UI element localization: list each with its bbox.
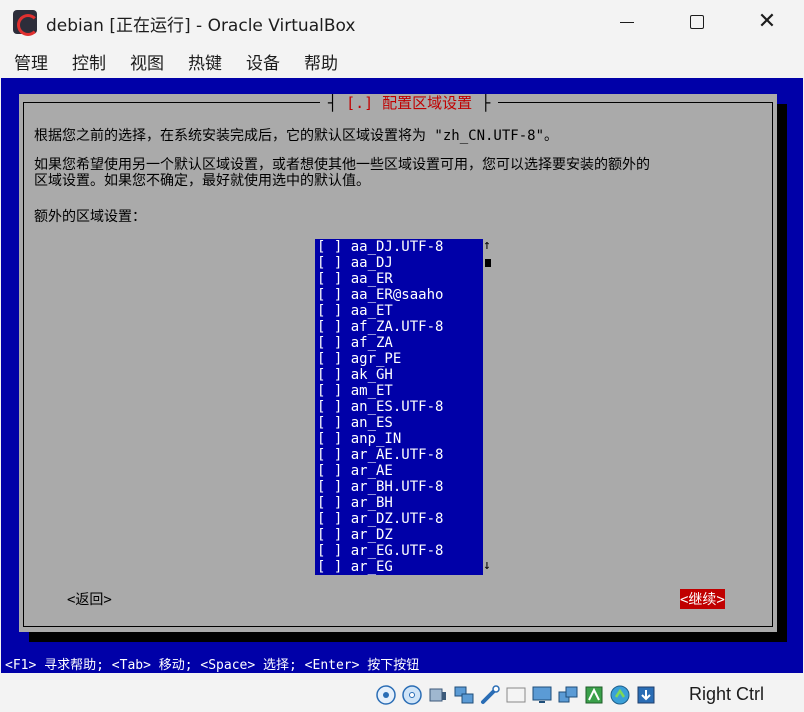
maximize-icon [690,15,704,29]
shared-folders-icon[interactable] [505,684,527,706]
locale-list-item[interactable]: [ ] aa_ET [315,303,483,319]
locale-list-item[interactable]: [ ] agr_PE [315,351,483,367]
extra-locale-description: 如果您希望使用另一个默认区域设置，或者想使其他一些区域设置可用，您可以选择要安装… [34,157,650,189]
menu-item-manage[interactable]: 管理 [14,49,48,74]
locale-list-item[interactable]: [ ] anp_IN [315,431,483,447]
locale-list-item[interactable]: [ ] aa_ER@saaho [315,287,483,303]
recording-icon[interactable] [557,684,579,706]
title-bar: debian [正在运行] - Oracle VirtualBox ✕ [0,0,804,44]
optical-disk-icon[interactable] [401,684,423,706]
locale-list-item[interactable]: [ ] af_ZA [315,335,483,351]
locale-list-item[interactable]: [ ] ar_AE.UTF-8 [315,447,483,463]
scroll-up-arrow-icon[interactable]: ↑ [483,239,491,253]
default-locale-description: 根据您之前的选择，在系统安装完成后，它的默认区域设置将为 "zh_CN.UTF-… [34,128,559,144]
menu-bar: 管理 控制 视图 热键 设备 帮助 [0,44,804,78]
close-button[interactable]: ✕ [744,0,790,44]
menu-item-view[interactable]: 视图 [130,49,164,74]
extra-locale-description-line1: 如果您希望使用另一个默认区域设置，或者想使其他一些区域设置可用，您可以选择要安装… [34,157,650,173]
locale-list-item[interactable]: [ ] ar_EG.UTF-8 [315,543,483,559]
locale-list-scrollbar[interactable]: ↑ ↓ [483,239,492,575]
host-key-indicator: Right Ctrl [689,684,765,704]
back-button[interactable]: <返回> [67,589,112,609]
locale-list-item[interactable]: [ ] ar_BH [315,495,483,511]
locale-list-item[interactable]: [ ] ak_GH [315,367,483,383]
window-title: debian [正在运行] - Oracle VirtualBox [46,16,356,36]
minimize-button[interactable] [604,0,650,44]
display-icon[interactable] [531,684,553,706]
dialog-title-text: [.] 配置区域设置 [346,94,473,112]
network-icon[interactable] [453,684,475,706]
continue-button[interactable]: <继续> [680,589,725,609]
minimize-icon [620,21,634,23]
status-bar: Right Ctrl [0,678,804,712]
configure-locales-dialog: ┤ [.] 配置区域设置 ├ 根据您之前的选择，在系统安装完成后，它的默认区域设… [19,94,777,632]
menu-item-hotkeys[interactable]: 热键 [188,49,222,74]
keyboard-help-line: <F1> 寻求帮助; <Tab> 移动; <Space> 选择; <Enter>… [5,658,420,673]
locale-list-item[interactable]: [ ] ar_DZ [315,527,483,543]
locale-list-item[interactable]: [ ] an_ES.UTF-8 [315,399,483,415]
locale-list-item[interactable]: [ ] ar_DZ.UTF-8 [315,511,483,527]
cpu-icon[interactable] [583,684,605,706]
maximize-button[interactable] [674,0,720,44]
locale-list-item[interactable]: [ ] an_ES [315,415,483,431]
scroll-thumb[interactable] [485,259,491,267]
locale-list-item[interactable]: [ ] af_ZA.UTF-8 [315,319,483,335]
hard-disk-icon[interactable] [375,684,397,706]
close-icon: ✕ [757,9,777,34]
status-bar-icons [375,684,657,706]
menu-item-control[interactable]: 控制 [72,49,106,74]
extra-locale-description-line2: 区域设置。如果您不确定，最好就使用选中的默认值。 [34,173,370,189]
vm-display[interactable]: ┤ [.] 配置区域设置 ├ 根据您之前的选择，在系统安装完成后，它的默认区域设… [1,78,803,673]
locale-list-item[interactable]: [ ] am_ET [315,383,483,399]
dialog-title: ┤ [.] 配置区域设置 ├ [320,94,499,116]
audio-icon[interactable] [427,684,449,706]
scroll-down-arrow-icon[interactable]: ↓ [483,559,491,573]
usb-icon[interactable] [479,684,501,706]
locale-list-item[interactable]: [ ] aa_DJ.UTF-8 [315,239,483,255]
locale-list-item[interactable]: [ ] aa_ER [315,271,483,287]
keyboard-icon[interactable] [635,684,657,706]
menu-item-devices[interactable]: 设备 [246,49,280,74]
locale-list-item[interactable]: [ ] ar_AE [315,463,483,479]
virtualbox-app-icon[interactable] [13,10,39,36]
extra-locales-label: 额外的区域设置： [34,209,146,225]
locale-list-item[interactable]: [ ] aa_DJ [315,255,483,271]
title-bar-left: ┤ [328,94,338,112]
mouse-integration-icon[interactable] [609,684,631,706]
locale-list-item[interactable]: [ ] ar_BH.UTF-8 [315,479,483,495]
menu-item-help[interactable]: 帮助 [304,49,338,74]
locale-list[interactable]: [ ] aa_DJ.UTF-8[ ] aa_DJ[ ] aa_ER[ ] aa_… [315,239,483,575]
title-bar-right: ├ [481,94,491,112]
locale-list-item[interactable]: [ ] ar_EG [315,559,483,575]
